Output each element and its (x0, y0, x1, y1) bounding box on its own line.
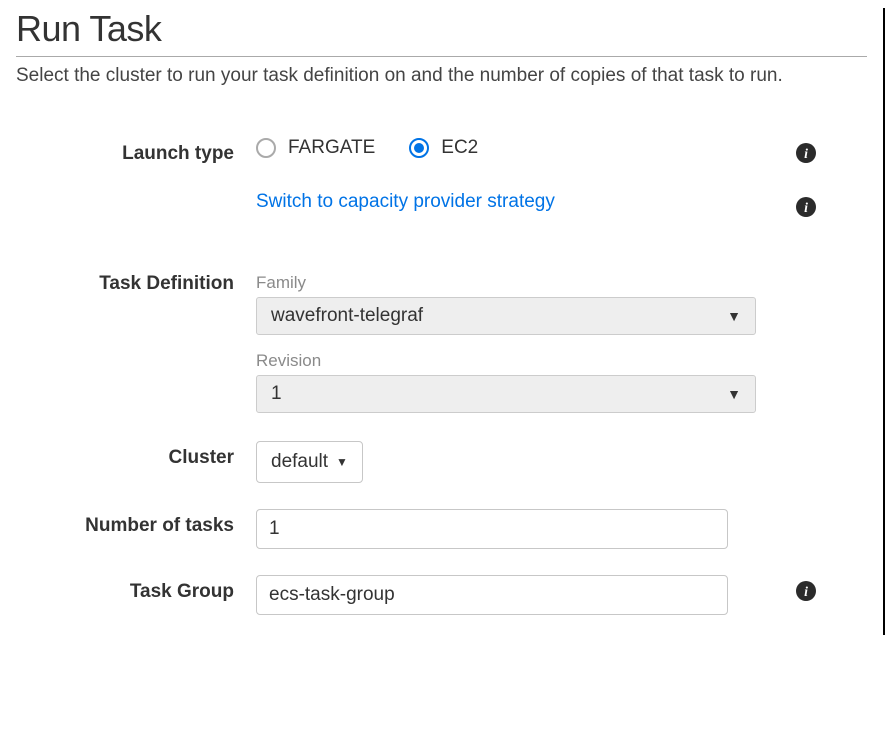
svg-text:i: i (804, 584, 808, 599)
task-group-input[interactable] (256, 575, 728, 615)
family-sublabel: Family (256, 273, 776, 293)
launch-type-radio-group: FARGATE EC2 (256, 137, 776, 159)
revision-sublabel: Revision (256, 351, 776, 371)
task-definition-label: Task Definition (16, 273, 256, 295)
info-icon[interactable]: i (796, 197, 816, 217)
launch-type-radio-ec2[interactable] (409, 138, 429, 158)
task-group-label: Task Group (16, 575, 256, 603)
cluster-select-value: default (271, 451, 328, 473)
launch-type-label: Launch type (16, 137, 256, 165)
number-of-tasks-label: Number of tasks (16, 509, 256, 537)
launch-type-radio-fargate-label: FARGATE (288, 137, 375, 159)
svg-text:i: i (804, 200, 808, 215)
info-icon[interactable]: i (796, 143, 816, 163)
title-divider (16, 56, 867, 57)
page-title: Run Task (16, 8, 867, 50)
cluster-select[interactable]: default ▼ (256, 441, 363, 483)
number-of-tasks-input[interactable] (256, 509, 728, 549)
svg-text:i: i (804, 146, 808, 161)
chevron-down-icon: ▼ (727, 386, 741, 402)
family-select[interactable]: wavefront-telegraf ▼ (256, 297, 756, 335)
launch-type-radio-fargate[interactable] (256, 138, 276, 158)
switch-capacity-provider-link[interactable]: Switch to capacity provider strategy (256, 191, 776, 213)
family-select-value: wavefront-telegraf (271, 305, 423, 327)
chevron-down-icon: ▼ (727, 308, 741, 324)
launch-type-radio-ec2-label: EC2 (441, 137, 478, 159)
revision-select-value: 1 (271, 383, 282, 405)
page-subtitle: Select the cluster to run your task defi… (16, 65, 867, 87)
chevron-down-icon: ▼ (336, 455, 348, 469)
info-icon[interactable]: i (796, 581, 816, 601)
cluster-label: Cluster (16, 441, 256, 469)
revision-select[interactable]: 1 ▼ (256, 375, 756, 413)
